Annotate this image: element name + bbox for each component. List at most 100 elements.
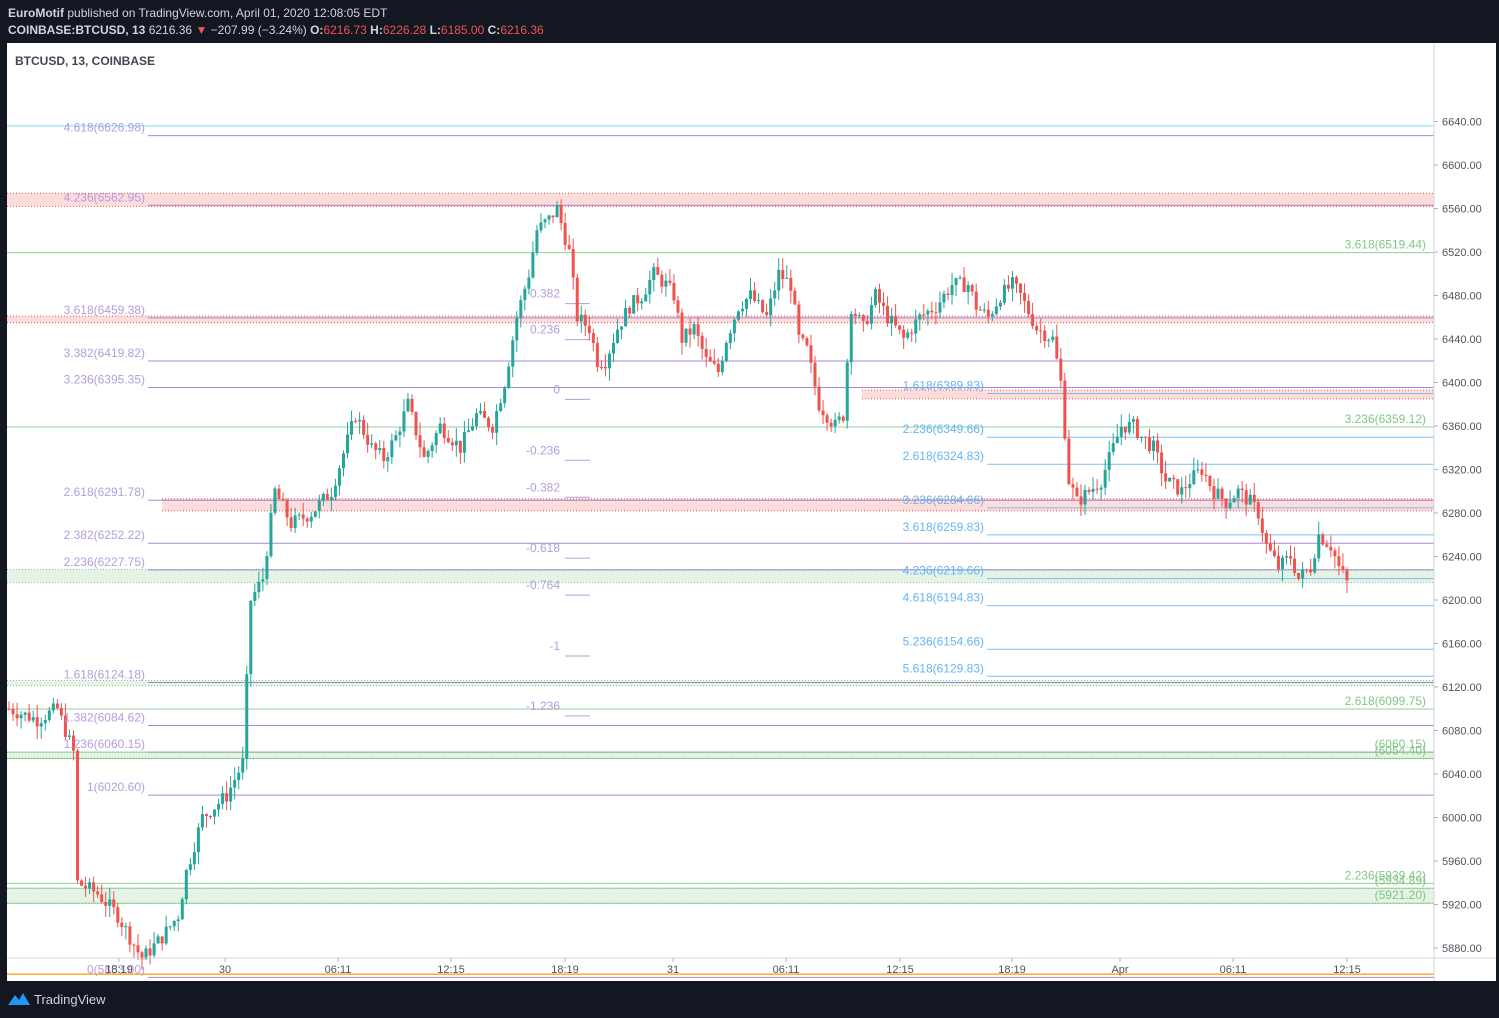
- candle-body: [418, 435, 422, 448]
- candle-body: [454, 440, 458, 446]
- candle-body: [680, 312, 684, 343]
- candle-body: [293, 515, 297, 528]
- candle-body: [1188, 484, 1192, 489]
- candle-body: [934, 312, 938, 314]
- author-name[interactable]: EuroMotif: [8, 6, 64, 20]
- fib-label: 4.618(6194.83): [903, 591, 984, 605]
- candle-body: [1280, 557, 1284, 570]
- candle-body: [918, 314, 922, 320]
- candle-body: [233, 780, 237, 788]
- candle-body: [817, 386, 821, 411]
- candle-body: [744, 298, 748, 309]
- candle-body: [877, 289, 881, 303]
- zone-rect: [7, 569, 1434, 583]
- fib-label: 4.618(6626.98): [64, 121, 145, 135]
- candle-body: [297, 514, 301, 516]
- price-tick-label: 6080.00: [1442, 726, 1482, 738]
- time-tick-label: 31: [667, 964, 679, 976]
- candle-body: [692, 324, 696, 335]
- price-tick-label: 6360.00: [1442, 421, 1482, 433]
- candle-body: [59, 708, 63, 716]
- mid-fib-label: -1: [549, 639, 560, 653]
- candle-body: [269, 512, 273, 557]
- candle-body: [253, 591, 257, 601]
- candle-body: [724, 342, 728, 361]
- fib-label: 3.236(6359.12): [1345, 412, 1426, 426]
- candle-body: [603, 366, 607, 369]
- candle-body: [978, 309, 982, 311]
- tradingview-logo-icon[interactable]: [7, 991, 31, 1007]
- fib-label: 2.618(6291.78): [64, 485, 145, 499]
- fib-label: 3.618(6459.38): [64, 303, 145, 317]
- mid-fib-label: -1.236: [526, 699, 560, 713]
- chart-panel[interactable]: 4.618(6626.98) 4.236(6562.95) 3.618(6459.3…: [7, 43, 1496, 981]
- candle-body: [241, 758, 245, 773]
- fib-label: 4.236(6562.95): [64, 190, 145, 204]
- candle-body: [1095, 488, 1099, 490]
- candle-body: [777, 269, 781, 291]
- candle-body: [301, 514, 305, 519]
- time-tick-label: 06:11: [325, 964, 352, 976]
- candle-body: [273, 488, 277, 513]
- candle-body: [1329, 546, 1333, 551]
- candle-body: [499, 403, 503, 412]
- time-tick-label: 30: [219, 964, 231, 976]
- candle-body: [1285, 556, 1289, 558]
- candle-body: [309, 516, 313, 522]
- candle-body: [285, 500, 289, 518]
- candle-body: [801, 334, 805, 339]
- candle-body: [628, 308, 632, 314]
- candle-body: [225, 793, 229, 802]
- candle-body: [515, 317, 519, 341]
- candle-body: [108, 899, 112, 906]
- candle-body: [128, 926, 132, 945]
- brand-name[interactable]: TradingView: [34, 992, 106, 1007]
- candle-body: [1196, 469, 1200, 471]
- candle-body: [213, 809, 217, 817]
- candle-body: [1208, 476, 1212, 487]
- footer: TradingView: [0, 982, 1499, 1018]
- price-tick-label: 6520.00: [1442, 247, 1482, 259]
- fib-label: 1.236(6060.15): [64, 737, 145, 751]
- fib-label: 1.618(6389.83): [903, 379, 984, 393]
- candle-body: [930, 310, 934, 313]
- price-tick-label: 5880.00: [1442, 943, 1482, 955]
- candlestick-chart[interactable]: 4.618(6626.98) 4.236(6562.95) 3.618(6459.3…: [7, 43, 1496, 981]
- candle-body: [1200, 469, 1204, 475]
- candle-body: [120, 922, 124, 927]
- candle-body: [1297, 572, 1301, 579]
- candle-body: [1180, 487, 1184, 495]
- candle-body: [1313, 558, 1317, 573]
- time-tick-label: 12:15: [437, 964, 465, 976]
- candle-body: [366, 434, 370, 445]
- candle-body: [595, 343, 599, 367]
- candle-body: [1341, 566, 1345, 570]
- price-tick-label: 6280.00: [1442, 508, 1482, 520]
- candle-body: [793, 290, 797, 305]
- candle-body: [1027, 300, 1031, 315]
- candle-body: [974, 291, 978, 310]
- candle-body: [1135, 418, 1139, 438]
- candle-body: [946, 293, 950, 296]
- candle-body: [571, 248, 575, 278]
- fib-label: 3.618(6519.44): [1345, 238, 1426, 252]
- candle-body: [1015, 277, 1018, 284]
- publication-header: EuroMotif published on TradingView.com, …: [0, 0, 1499, 42]
- candle-body: [769, 298, 773, 316]
- candle-body: [1168, 477, 1172, 482]
- candle-body: [346, 434, 350, 454]
- candle-body: [277, 488, 281, 499]
- candle-body: [406, 398, 410, 412]
- candle-body: [523, 288, 527, 301]
- candle-body: [797, 304, 801, 335]
- price-tick-label: 6160.00: [1442, 639, 1482, 651]
- candle-body: [990, 314, 994, 317]
- candle-body: [704, 348, 708, 357]
- candle-body: [27, 712, 31, 721]
- candle-body: [261, 579, 265, 582]
- candle-body: [164, 926, 168, 944]
- price-tick-label: 6640.00: [1442, 117, 1482, 129]
- publication-line: EuroMotif published on TradingView.com, …: [8, 6, 387, 20]
- candle-body: [587, 325, 591, 334]
- candle-body: [88, 882, 92, 889]
